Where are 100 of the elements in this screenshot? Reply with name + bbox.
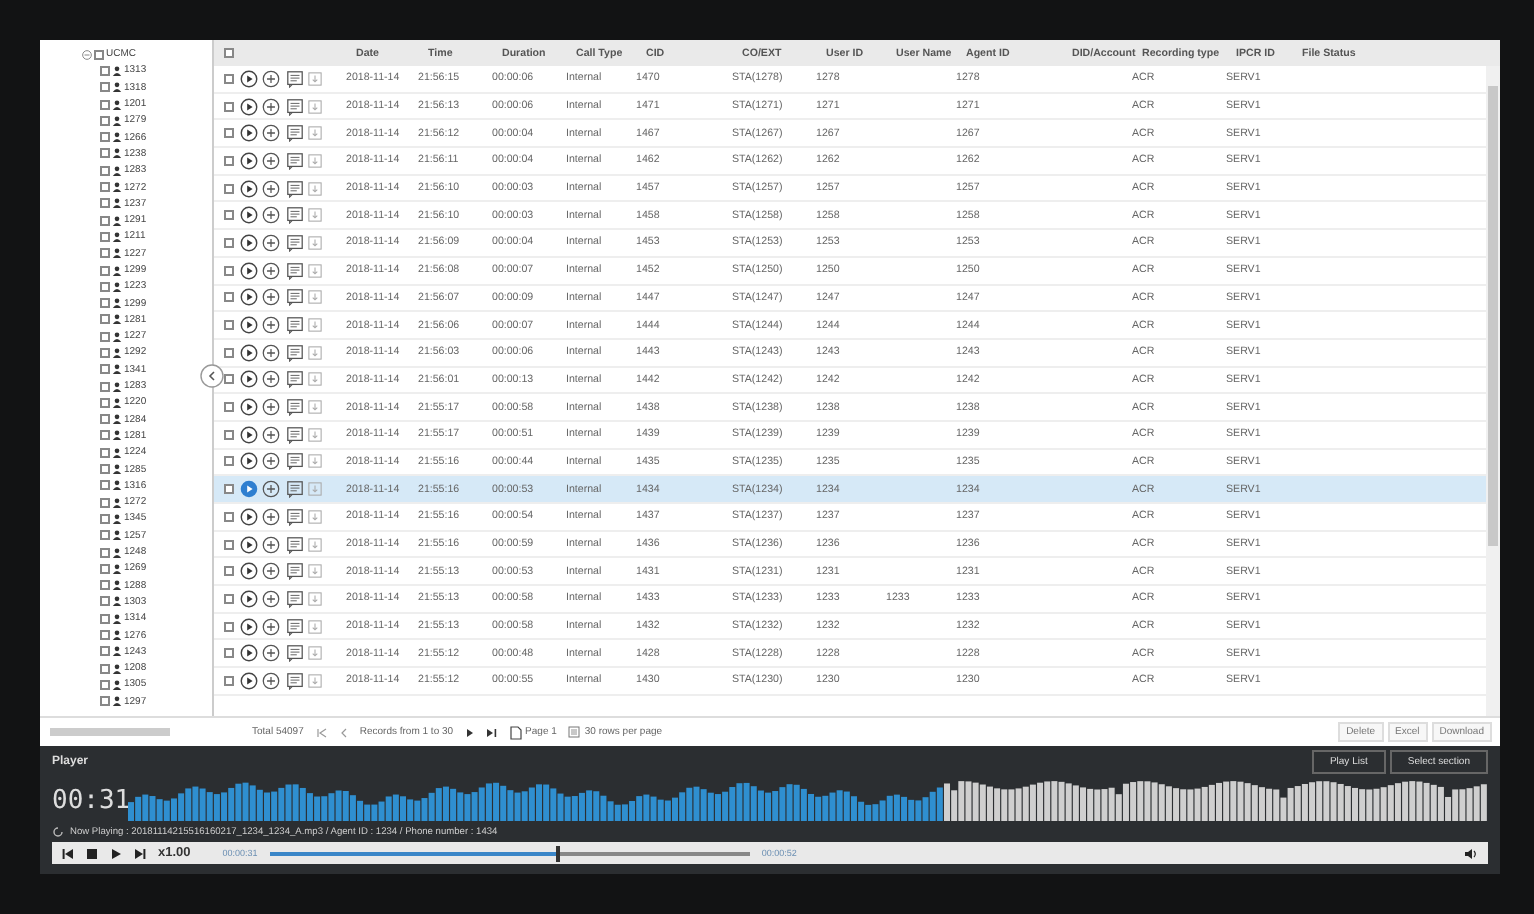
play-icon[interactable] [239,671,257,690]
play-icon[interactable] [239,316,257,335]
first-page-icon[interactable] [315,727,328,737]
stop-icon[interactable] [86,847,98,859]
collapse-icon[interactable] [82,49,92,60]
add-icon[interactable] [262,206,280,225]
row-checkbox[interactable] [224,374,234,385]
memo-icon[interactable] [285,535,303,554]
row-checkbox[interactable] [224,155,234,166]
checkbox[interactable] [100,679,110,690]
last-page-icon[interactable] [485,727,498,737]
play-icon[interactable] [239,124,257,143]
checkbox[interactable] [100,314,110,325]
row-checkbox[interactable] [224,128,234,139]
volume-icon[interactable] [1464,847,1478,859]
download-icon[interactable] [308,454,322,469]
checkbox[interactable] [100,696,110,707]
download-icon[interactable] [308,235,322,250]
checkbox[interactable] [100,99,110,110]
checkbox[interactable] [100,165,110,176]
checkbox[interactable] [100,298,110,309]
memo-icon[interactable] [285,261,303,280]
memo-icon[interactable] [285,151,303,170]
checkbox[interactable] [94,49,104,60]
scrollbar-thumb[interactable] [1488,86,1498,546]
add-icon[interactable] [262,370,280,389]
download-icon[interactable] [308,564,322,579]
checkbox[interactable] [100,198,110,209]
row-checkbox[interactable] [224,237,234,248]
add-icon[interactable] [262,617,280,636]
memo-icon[interactable] [285,425,303,444]
add-icon[interactable] [262,151,280,170]
memo-icon[interactable] [285,562,303,581]
checkbox[interactable] [100,663,110,674]
play-icon[interactable] [239,452,257,471]
row-checkbox[interactable] [224,347,234,358]
select-all-checkbox[interactable] [224,48,234,58]
download-icon[interactable] [308,372,322,387]
row-checkbox[interactable] [224,320,234,331]
checkbox[interactable] [100,480,110,491]
row-checkbox[interactable] [224,566,234,577]
download-icon[interactable] [308,71,322,86]
download-icon[interactable] [308,509,322,524]
checkbox[interactable] [100,381,110,392]
download-icon[interactable] [308,290,322,305]
checkbox[interactable] [100,646,110,657]
row-checkbox[interactable] [224,648,234,659]
memo-icon[interactable] [285,589,303,608]
download-icon[interactable] [308,263,322,278]
memo-icon[interactable] [285,507,303,526]
download-icon[interactable] [308,427,322,442]
play-icon[interactable] [239,589,257,608]
memo-icon[interactable] [285,644,303,663]
memo-icon[interactable] [285,206,303,225]
play-icon[interactable] [239,535,257,554]
checkbox[interactable] [100,447,110,458]
checkbox[interactable] [100,82,110,93]
add-icon[interactable] [262,97,280,116]
add-icon[interactable] [262,233,280,252]
add-icon[interactable] [262,124,280,143]
download-icon[interactable] [308,646,322,661]
add-icon[interactable] [262,507,280,526]
checkbox[interactable] [100,563,110,574]
scrollbar-thumb[interactable] [50,728,170,736]
next-page-icon[interactable] [465,727,474,737]
add-icon[interactable] [262,69,280,88]
add-icon[interactable] [262,452,280,471]
checkbox[interactable] [100,464,110,475]
play-icon[interactable] [239,343,257,362]
memo-icon[interactable] [285,398,303,417]
download-icon[interactable] [308,400,322,415]
download-icon[interactable] [308,153,322,168]
checkbox[interactable] [100,132,110,143]
play-icon[interactable] [239,644,257,663]
row-checkbox[interactable] [224,511,234,522]
play-icon[interactable] [239,507,257,526]
memo-icon[interactable] [285,69,303,88]
memo-icon[interactable] [285,480,303,499]
play-icon[interactable] [239,370,257,389]
add-icon[interactable] [262,562,280,581]
row-checkbox[interactable] [224,539,234,550]
play-icon[interactable] [239,69,257,88]
checkbox[interactable] [100,248,110,259]
play-icon[interactable] [239,151,257,170]
add-icon[interactable] [262,398,280,417]
add-icon[interactable] [262,316,280,335]
row-checkbox[interactable] [224,73,234,84]
checkbox[interactable] [100,148,110,159]
memo-icon[interactable] [285,233,303,252]
download-icon[interactable] [308,318,322,333]
checkbox[interactable] [100,630,110,641]
play-icon[interactable] [239,261,257,280]
play-icon[interactable] [110,847,122,859]
row-checkbox[interactable] [224,675,234,686]
checkbox[interactable] [100,414,110,425]
row-checkbox[interactable] [224,484,234,495]
play-icon[interactable] [239,206,257,225]
checkbox[interactable] [100,530,110,541]
memo-icon[interactable] [285,288,303,307]
play-icon[interactable] [239,179,257,198]
